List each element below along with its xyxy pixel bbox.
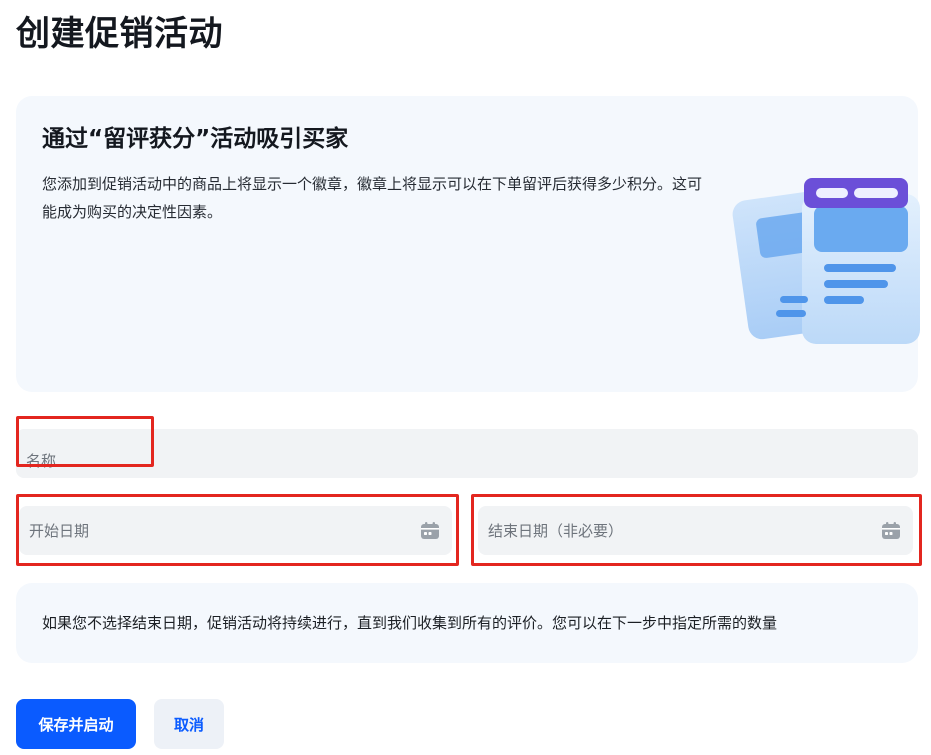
end-date-input[interactable] bbox=[478, 506, 913, 555]
page-title: 创建促销活动 bbox=[16, 14, 223, 54]
info-text: 如果您不选择结束日期，促销活动将持续进行，直到我们收集到所有的评价。您可以在下一… bbox=[42, 614, 778, 632]
calendar-icon[interactable] bbox=[420, 521, 440, 541]
calendar-icon[interactable] bbox=[881, 521, 901, 541]
name-input[interactable] bbox=[16, 429, 918, 478]
cancel-button[interactable]: 取消 bbox=[154, 699, 224, 749]
info-notice: 如果您不选择结束日期，促销活动将持续进行，直到我们收集到所有的评价。您可以在下一… bbox=[16, 583, 918, 663]
banner-description: 您添加到促销活动中的商品上将显示一个徽章，徽章上将显示可以在下单留评后获得多少积… bbox=[42, 175, 703, 221]
name-field[interactable] bbox=[16, 429, 918, 478]
promo-banner: 通过“留评获分”活动吸引买家 您添加到促销活动中的商品上将显示一个徽章，徽章上将… bbox=[16, 96, 920, 392]
banner-title: 通过“留评获分”活动吸引买家 bbox=[42, 126, 349, 152]
start-date-field[interactable] bbox=[19, 506, 452, 555]
start-date-input[interactable] bbox=[19, 506, 452, 555]
save-and-start-button[interactable]: 保存并启动 bbox=[16, 699, 136, 749]
end-date-field[interactable] bbox=[478, 506, 913, 555]
documents-illustration bbox=[732, 178, 920, 344]
